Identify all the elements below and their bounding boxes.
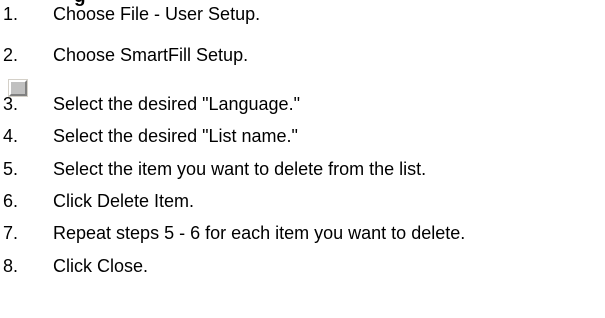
- step-text: Choose SmartFill Setup.: [53, 45, 249, 65]
- step-number: 1.: [3, 4, 19, 24]
- step-number: 2.: [3, 45, 19, 65]
- step-number: 6.: [3, 191, 19, 211]
- step-text: Click Delete Item.: [53, 191, 195, 211]
- step-number: 7.: [3, 223, 19, 243]
- step-number: 4.: [3, 126, 19, 146]
- step-text: Choose File - User Setup.: [53, 4, 261, 24]
- step-number: 8.: [3, 256, 19, 276]
- step-text: Click Close.: [53, 256, 149, 276]
- step-text: Select the desired "Language.": [53, 94, 300, 114]
- step-text: Repeat steps 5 - 6 for each item you wan…: [53, 223, 466, 243]
- step-text: Select the item you want to delete from …: [53, 159, 427, 179]
- step-text: Select the desired "List name.": [53, 126, 298, 146]
- step-number: 3.: [3, 94, 19, 114]
- step-number: 5.: [3, 159, 19, 179]
